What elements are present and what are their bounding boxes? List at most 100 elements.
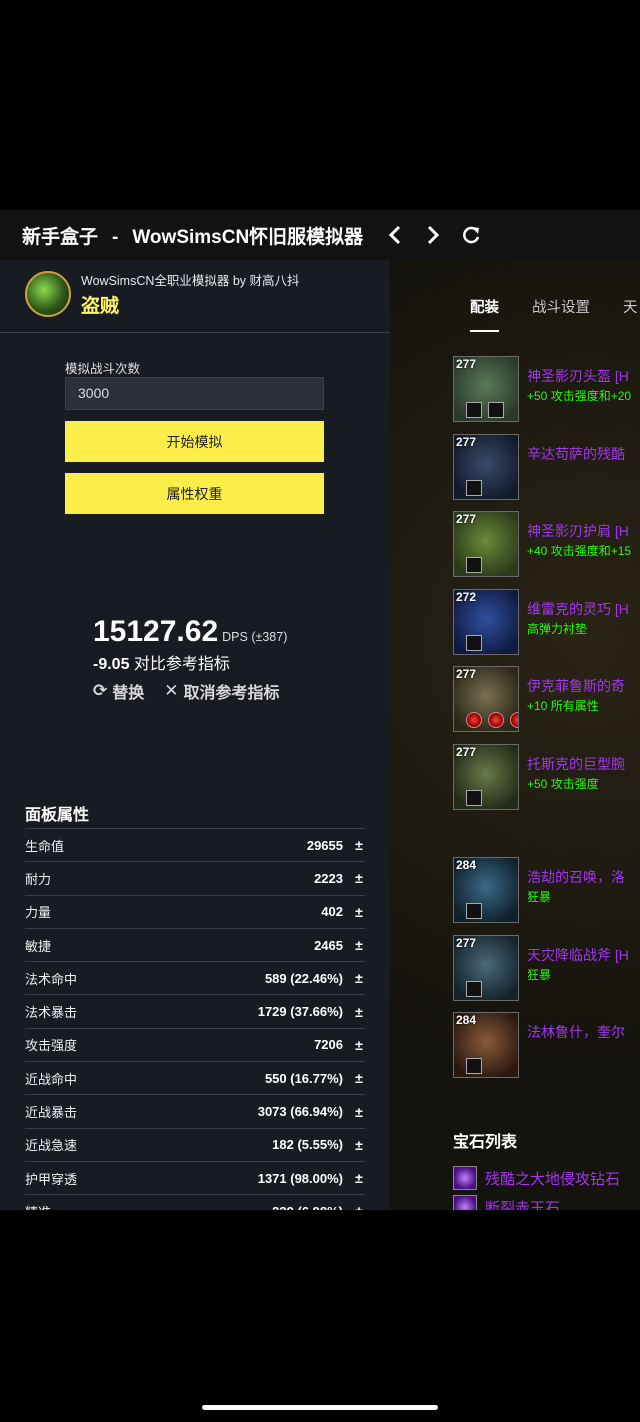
gem-socket-icon bbox=[466, 557, 482, 573]
stat-name: 护甲穿透 bbox=[25, 1171, 78, 1187]
tab-bar: 配装 战斗设置天 bbox=[470, 296, 640, 332]
gem-row[interactable]: 断裂赤玉石 bbox=[453, 1195, 560, 1210]
clear-label: 取消参考指标 bbox=[183, 685, 280, 702]
gear-item[interactable]: 277 神圣影刃头盔 [H +50 攻击强度和+20 bbox=[453, 356, 640, 422]
stat-adjust-button[interactable]: ± bbox=[353, 1170, 365, 1186]
back-button[interactable] bbox=[385, 225, 405, 245]
gear-item-icon[interactable]: 277 bbox=[453, 511, 519, 577]
rogue-class-logo-icon bbox=[25, 271, 71, 317]
gear-item[interactable]: 277 伊克菲鲁斯的奇 +10 所有属性 bbox=[453, 666, 640, 732]
gems-title: 宝石列表 bbox=[453, 1134, 518, 1151]
stat-adjust-button[interactable]: ± bbox=[353, 837, 365, 853]
item-level: 284 bbox=[456, 858, 477, 872]
stat-adjust-button[interactable]: ± bbox=[353, 904, 365, 920]
stat-name: 精准 bbox=[25, 1202, 272, 1210]
gear-item-name[interactable]: 维雷克的灵巧 [H bbox=[527, 599, 629, 619]
iterations-input[interactable]: 3000 bbox=[65, 377, 324, 410]
stat-row: 法术暴击 1729 (37.66%) ± bbox=[25, 994, 365, 1027]
gear-item-name[interactable]: 法林鲁什，奎尔 bbox=[527, 1022, 625, 1042]
page-title: WowSimsCN怀旧服模拟器 bbox=[132, 226, 364, 248]
chevron-right-icon bbox=[428, 225, 440, 245]
forward-button[interactable] bbox=[423, 225, 443, 245]
stat-weights-button[interactable]: 属性权重 bbox=[65, 473, 324, 514]
gear-item-name[interactable]: 神圣影刃护肩 [H bbox=[527, 521, 629, 541]
gear-item[interactable]: 284 法林鲁什，奎尔 bbox=[453, 1012, 640, 1078]
gear-enchant: 狂暴 bbox=[527, 968, 552, 982]
stat-adjust-button[interactable]: ± bbox=[353, 970, 365, 986]
gear-item[interactable]: 284 浩劫的召唤，洛 狂暴 bbox=[453, 857, 640, 923]
gear-item-icon[interactable]: 277 bbox=[453, 356, 519, 422]
gem-socket-icon bbox=[466, 635, 482, 651]
title-separator: - bbox=[112, 226, 119, 248]
gem-icon bbox=[453, 1195, 477, 1210]
gear-item-icon[interactable]: 284 bbox=[453, 1012, 519, 1078]
stat-adjust-button[interactable]: ± bbox=[353, 1037, 365, 1053]
gear-item-icon[interactable]: 277 bbox=[453, 434, 519, 500]
gem-socket-icon bbox=[466, 981, 482, 997]
stat-adjust-button[interactable]: ± bbox=[353, 937, 365, 953]
stat-adjust-button[interactable]: ± bbox=[353, 1137, 365, 1153]
stat-adjust-button[interactable]: ± bbox=[353, 1203, 365, 1210]
item-level: 277 bbox=[456, 745, 477, 759]
dps-actions: ⟳ 替换 ✕ 取消参考指标 bbox=[93, 679, 300, 703]
stat-row: 耐力 2223 ± bbox=[25, 861, 365, 894]
gem-socket-icon bbox=[488, 712, 504, 728]
gear-item-icon[interactable]: 277 bbox=[453, 666, 519, 732]
stat-value: 29655 bbox=[306, 837, 343, 853]
dps-result: 15127.62 DPS (±387) -9.05 对比参考指标 bbox=[93, 615, 287, 674]
stat-adjust-button[interactable]: ± bbox=[353, 1070, 365, 1086]
clear-reference-button[interactable]: ✕ 取消参考指标 bbox=[164, 679, 279, 703]
stat-name: 敏捷 bbox=[25, 938, 52, 954]
gem-socket-icon bbox=[466, 1058, 482, 1074]
stat-name: 耐力 bbox=[25, 871, 52, 887]
gear-item-icon[interactable]: 277 bbox=[453, 744, 519, 810]
dps-unit: DPS (±387) bbox=[222, 630, 288, 644]
stat-row: 护甲穿透 1371 (98.00%) ± bbox=[25, 1160, 365, 1194]
divider bbox=[0, 332, 390, 333]
gem-socket-icon bbox=[466, 480, 482, 496]
simulator-subtitle: WowSimsCN全职业模拟器 by 财高八抖 bbox=[81, 274, 300, 288]
gem-socket-icon bbox=[466, 402, 482, 418]
gear-item-name[interactable]: 辛达苟萨的残酷 bbox=[527, 444, 625, 464]
stat-row: 近战命中 550 (16.77%) ± bbox=[25, 1061, 365, 1094]
sidebar: WowSimsCN全职业模拟器 by 财高八抖 盗贼 模拟战斗次数 3000 开… bbox=[0, 260, 390, 1210]
stat-name: 近战急速 bbox=[25, 1138, 78, 1154]
item-level: 277 bbox=[456, 936, 477, 950]
gear-item-name[interactable]: 天灾降临战斧 [H bbox=[527, 945, 629, 965]
stat-row: 近战暴击 3073 (66.94%) ± bbox=[25, 1094, 365, 1127]
gear-item-icon[interactable]: 272 bbox=[453, 589, 519, 655]
stat-adjust-button[interactable]: ± bbox=[353, 1004, 365, 1020]
gear-item-name[interactable]: 托斯克的巨型腕 bbox=[527, 754, 625, 774]
stat-value: 402 bbox=[321, 904, 343, 920]
iterations-label: 模拟战斗次数 bbox=[65, 362, 141, 376]
tab-2[interactable]: 天 bbox=[623, 296, 638, 332]
stat-value: 1371 (98.00%) bbox=[257, 1170, 343, 1186]
gear-item-name[interactable]: 伊克菲鲁斯的奇 bbox=[527, 676, 625, 696]
gear-item[interactable]: 277 托斯克的巨型腕 +50 攻击强度 bbox=[453, 744, 640, 810]
gear-item-name[interactable]: 浩劫的召唤，洛 bbox=[527, 867, 625, 887]
stat-value: 589 (22.46%) bbox=[264, 970, 343, 986]
stat-value: 3073 (66.94%) bbox=[257, 1104, 343, 1120]
tab-1[interactable]: 战斗设置 bbox=[532, 296, 590, 332]
stat-row: 敏捷 2465 ± bbox=[25, 927, 365, 961]
stat-adjust-button[interactable]: ± bbox=[353, 870, 365, 886]
gear-item[interactable]: 277 天灾降临战斧 [H 狂暴 bbox=[453, 935, 640, 1001]
gear-item[interactable]: 277 神圣影刃护肩 [H +40 攻击强度和+15 bbox=[453, 511, 640, 577]
gear-item-icon[interactable]: 277 bbox=[453, 935, 519, 1001]
stat-value: 182 (5.55%) bbox=[272, 1137, 343, 1153]
stat-adjust-button[interactable]: ± bbox=[353, 1104, 365, 1120]
gear-item[interactable]: 277 辛达苟萨的残酷 bbox=[453, 434, 640, 500]
item-level: 277 bbox=[456, 667, 477, 681]
gem-socket-icon bbox=[488, 402, 504, 418]
swap-reference-button[interactable]: ⟳ 替换 bbox=[93, 679, 144, 703]
stat-row: 攻击强度 7206 ± bbox=[25, 1027, 365, 1061]
simulate-button[interactable]: 开始模拟 bbox=[65, 421, 324, 462]
tab-0[interactable]: 配装 bbox=[470, 296, 499, 332]
class-name: 盗贼 bbox=[81, 296, 120, 317]
gem-socket-icon bbox=[466, 903, 482, 919]
gear-item-icon[interactable]: 284 bbox=[453, 857, 519, 923]
gear-item[interactable]: 272 维雷克的灵巧 [H 高弹力衬垫 bbox=[453, 589, 640, 655]
gem-row[interactable]: 残酷之大地侵攻钻石 bbox=[453, 1166, 620, 1190]
refresh-button[interactable] bbox=[461, 225, 481, 245]
gear-item-name[interactable]: 神圣影刃头盔 [H bbox=[527, 366, 629, 386]
